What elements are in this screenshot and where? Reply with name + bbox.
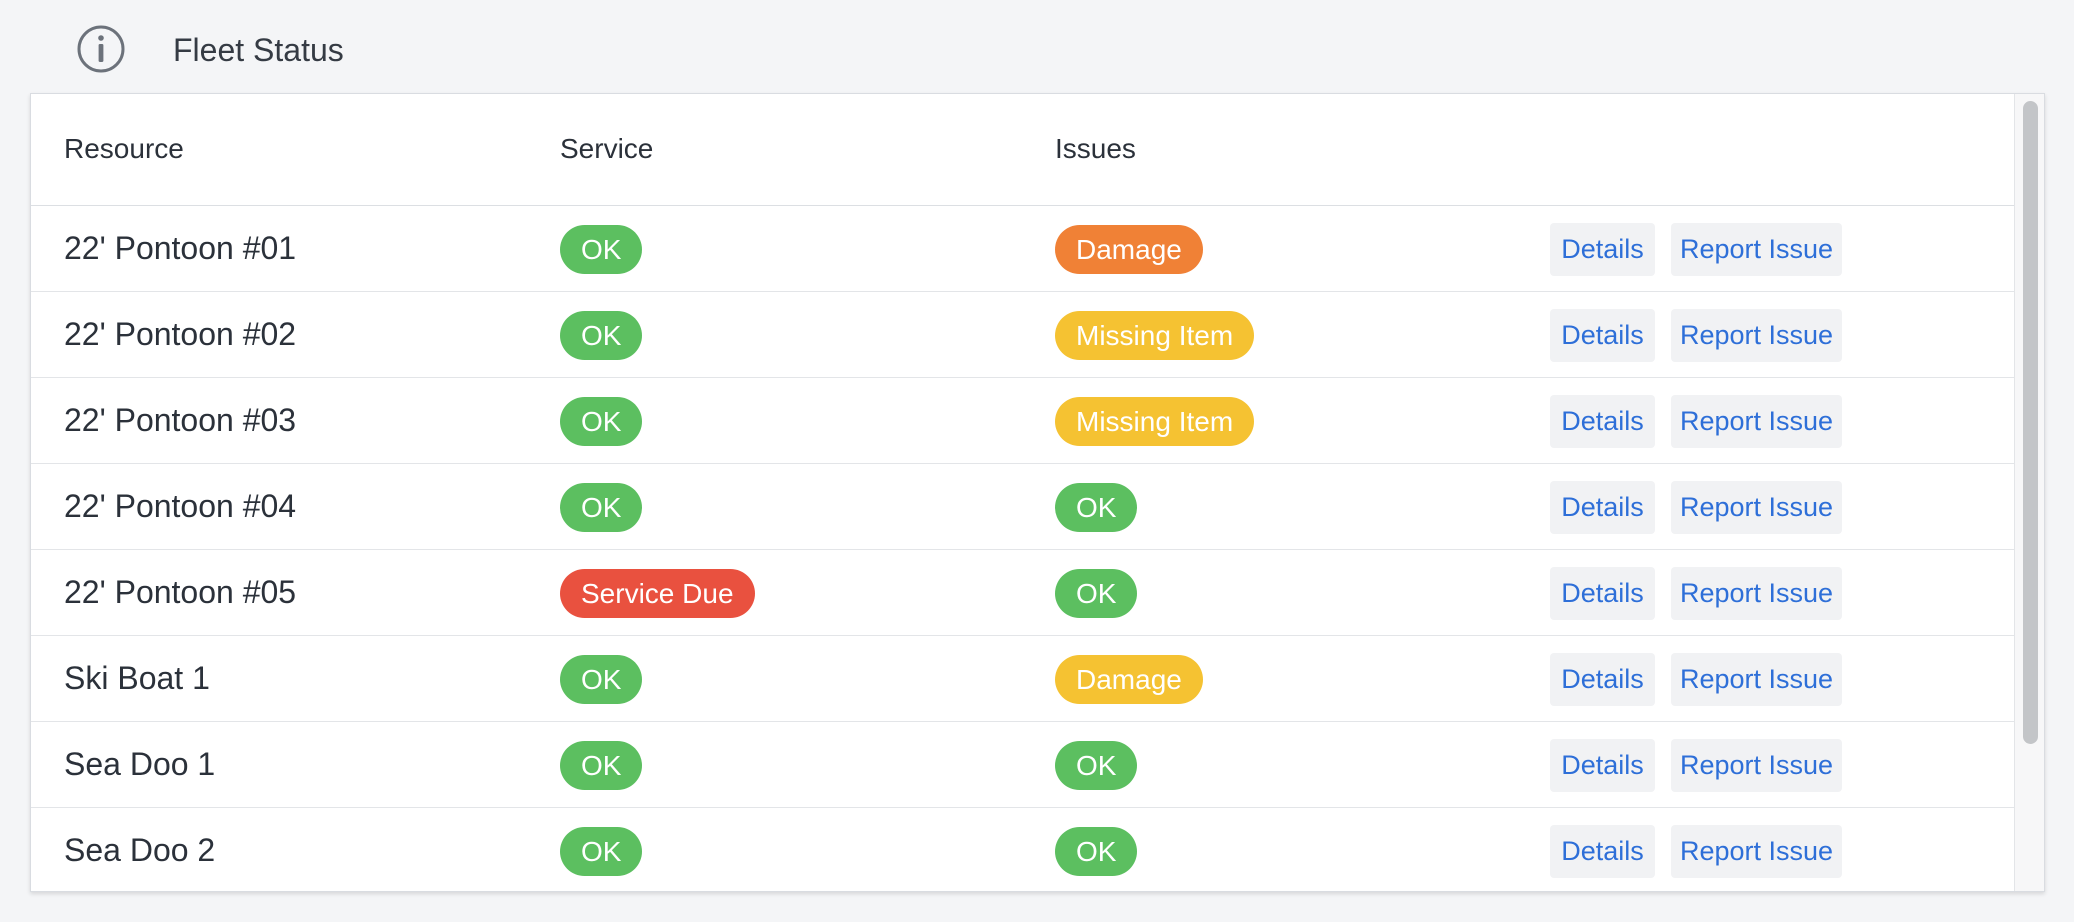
resource-name: Ski Boat 1 xyxy=(64,660,210,696)
table-row: 22' Pontoon #03 OK Missing Item Details … xyxy=(31,378,2014,464)
table-row: 22' Pontoon #01 OK Damage Details Report… xyxy=(31,206,2014,292)
report-issue-button[interactable]: Report Issue xyxy=(1671,653,1842,706)
vertical-scrollbar[interactable] xyxy=(2014,94,2044,891)
report-issue-button[interactable]: Report Issue xyxy=(1671,309,1842,362)
issues-status-badge: Damage xyxy=(1055,225,1203,274)
issues-status-badge: OK xyxy=(1055,569,1138,618)
table-row: 22' Pontoon #04 OK OK Details Report Iss… xyxy=(31,464,2014,550)
issues-status-badge: Missing Item xyxy=(1055,311,1255,360)
fleet-status-panel: Resource Service Issues 22' Pontoon #01 … xyxy=(30,93,2045,892)
scrollbar-thumb[interactable] xyxy=(2023,101,2038,744)
service-status-badge: OK xyxy=(560,655,643,704)
column-header-service: Service xyxy=(560,133,654,164)
issues-status-badge: Missing Item xyxy=(1055,397,1255,446)
page-title: Fleet Status xyxy=(173,32,344,68)
details-button[interactable]: Details xyxy=(1550,395,1655,448)
details-button[interactable]: Details xyxy=(1550,825,1655,878)
table-row: 22' Pontoon #05 Service Due OK Details R… xyxy=(31,550,2014,636)
details-button[interactable]: Details xyxy=(1550,309,1655,362)
issues-status-badge: OK xyxy=(1055,827,1138,876)
fleet-table: Resource Service Issues 22' Pontoon #01 … xyxy=(31,94,2014,891)
issues-status-badge: OK xyxy=(1055,741,1138,790)
service-status-badge: OK xyxy=(560,397,643,446)
resource-name: 22' Pontoon #05 xyxy=(64,574,297,610)
service-status-badge: OK xyxy=(560,311,643,360)
details-button[interactable]: Details xyxy=(1550,739,1655,792)
table-row: Sea Doo 2 OK OK Details Report Issue xyxy=(31,808,2014,891)
info-icon[interactable] xyxy=(76,24,126,74)
table-header: Resource Service Issues xyxy=(31,94,2014,206)
resource-name: 22' Pontoon #02 xyxy=(64,316,297,352)
report-issue-button[interactable]: Report Issue xyxy=(1671,481,1842,534)
table-row: 22' Pontoon #02 OK Missing Item Details … xyxy=(31,292,2014,378)
service-status-badge: OK xyxy=(560,827,643,876)
resource-name: Sea Doo 2 xyxy=(64,832,216,868)
report-issue-button[interactable]: Report Issue xyxy=(1671,739,1842,792)
report-issue-button[interactable]: Report Issue xyxy=(1671,223,1842,276)
details-button[interactable]: Details xyxy=(1550,223,1655,276)
resource-name: 22' Pontoon #04 xyxy=(64,488,297,524)
details-button[interactable]: Details xyxy=(1550,653,1655,706)
details-button[interactable]: Details xyxy=(1550,567,1655,620)
column-header-resource: Resource xyxy=(64,133,184,164)
report-issue-button[interactable]: Report Issue xyxy=(1671,825,1842,878)
service-status-badge: OK xyxy=(560,225,643,274)
details-button[interactable]: Details xyxy=(1550,481,1655,534)
service-status-badge: OK xyxy=(560,741,643,790)
page-header: Fleet Status xyxy=(0,0,2074,95)
column-header-issues: Issues xyxy=(1055,133,1136,164)
service-status-badge: OK xyxy=(560,483,643,532)
service-status-badge: Service Due xyxy=(560,569,755,618)
issues-status-badge: OK xyxy=(1055,483,1138,532)
report-issue-button[interactable]: Report Issue xyxy=(1671,395,1842,448)
resource-name: Sea Doo 1 xyxy=(64,746,216,782)
table-row: Ski Boat 1 OK Damage Details Report Issu… xyxy=(31,636,2014,722)
resource-name: 22' Pontoon #03 xyxy=(64,402,297,438)
report-issue-button[interactable]: Report Issue xyxy=(1671,567,1842,620)
table-row: Sea Doo 1 OK OK Details Report Issue xyxy=(31,722,2014,808)
issues-status-badge: Damage xyxy=(1055,655,1203,704)
resource-name: 22' Pontoon #01 xyxy=(64,230,297,266)
